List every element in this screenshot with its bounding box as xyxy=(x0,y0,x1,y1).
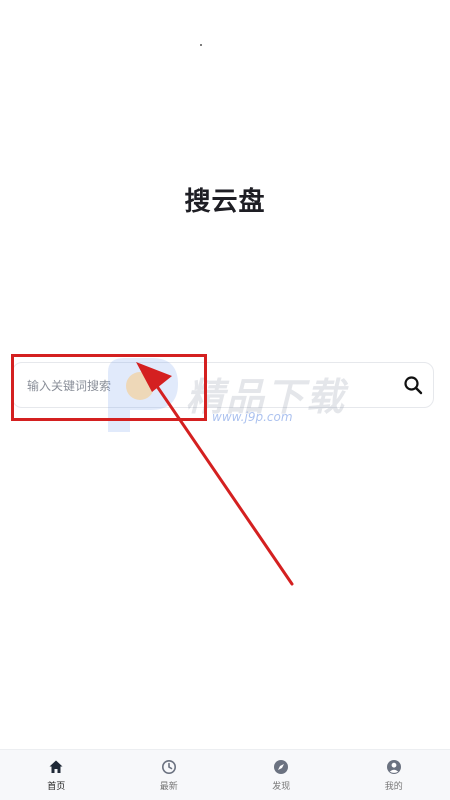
search-icon xyxy=(404,376,423,395)
home-icon xyxy=(49,760,63,773)
status-dot xyxy=(200,44,202,46)
tab-discover-label: 发现 xyxy=(272,781,291,792)
tab-latest[interactable]: 最新 xyxy=(113,750,226,800)
search-bar xyxy=(12,362,434,409)
page-title: 搜云盘 xyxy=(184,187,266,217)
tab-home-label: 首页 xyxy=(47,781,66,792)
watermark-url: www.j9p.com xyxy=(212,410,293,424)
user-circle-icon xyxy=(386,759,401,774)
bottom-tab-bar: 首页 最新 发现 我的 xyxy=(0,749,450,800)
compass-icon xyxy=(274,759,289,774)
clock-icon xyxy=(161,759,176,774)
tab-home[interactable]: 首页 xyxy=(0,750,113,800)
tab-profile[interactable]: 我的 xyxy=(338,750,450,800)
tab-discover[interactable]: 发现 xyxy=(225,750,338,800)
tab-profile-label: 我的 xyxy=(384,781,403,792)
tab-latest-label: 最新 xyxy=(159,781,178,792)
search-input[interactable] xyxy=(25,363,389,409)
search-button[interactable] xyxy=(401,373,425,397)
